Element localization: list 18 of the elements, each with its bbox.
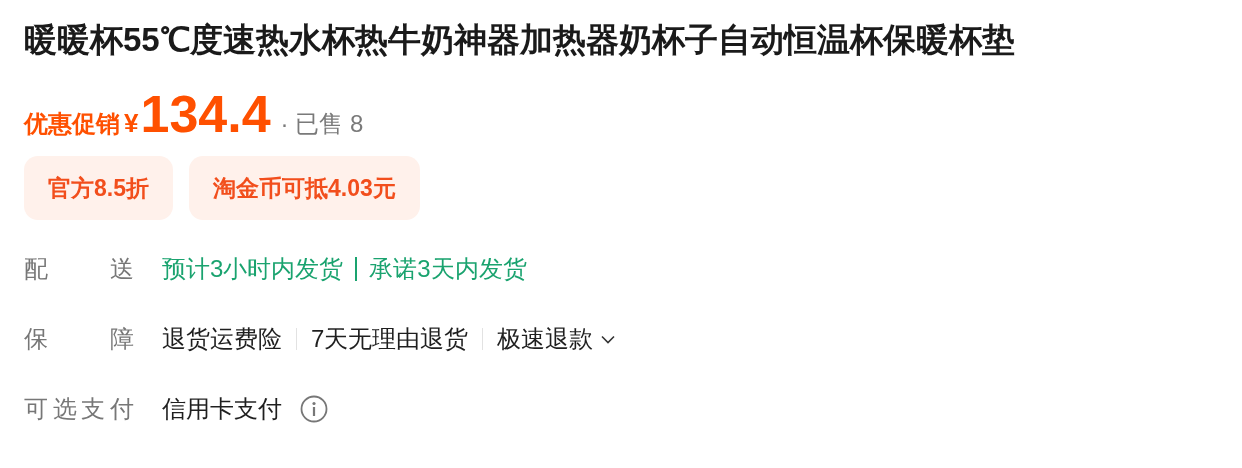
- payment-method: 信用卡支付: [162, 394, 282, 424]
- delivery-info: 预计3小时内发货: [162, 254, 344, 284]
- product-title: 暖暖杯55℃度速热水杯热牛奶神器加热器奶杯子自动恒温杯保暖杯垫: [24, 20, 1016, 60]
- price: 134.4: [140, 84, 271, 144]
- guarantee-item: 退货运费险: [162, 324, 282, 354]
- guarantee-item[interactable]: 极速退款: [497, 323, 594, 355]
- row-label: 保 障: [24, 324, 134, 354]
- chevron-down-icon[interactable]: [601, 334, 616, 344]
- guarantee-item: 7天无理由退货: [311, 324, 469, 354]
- promo-label: 优惠促销: [24, 109, 120, 139]
- coupon-tag[interactable]: 官方8.5折: [24, 156, 173, 220]
- coupon-tag[interactable]: 淘金币可抵4.03元: [189, 156, 420, 220]
- row-label: 配 送: [24, 254, 134, 284]
- delivery-info: 承诺3天内发货: [369, 254, 527, 284]
- sold-count: · 已售 8: [280, 109, 364, 139]
- row-label: 可选支付: [24, 394, 134, 424]
- currency-symbol: ¥: [124, 108, 139, 139]
- info-icon[interactable]: [300, 395, 328, 423]
